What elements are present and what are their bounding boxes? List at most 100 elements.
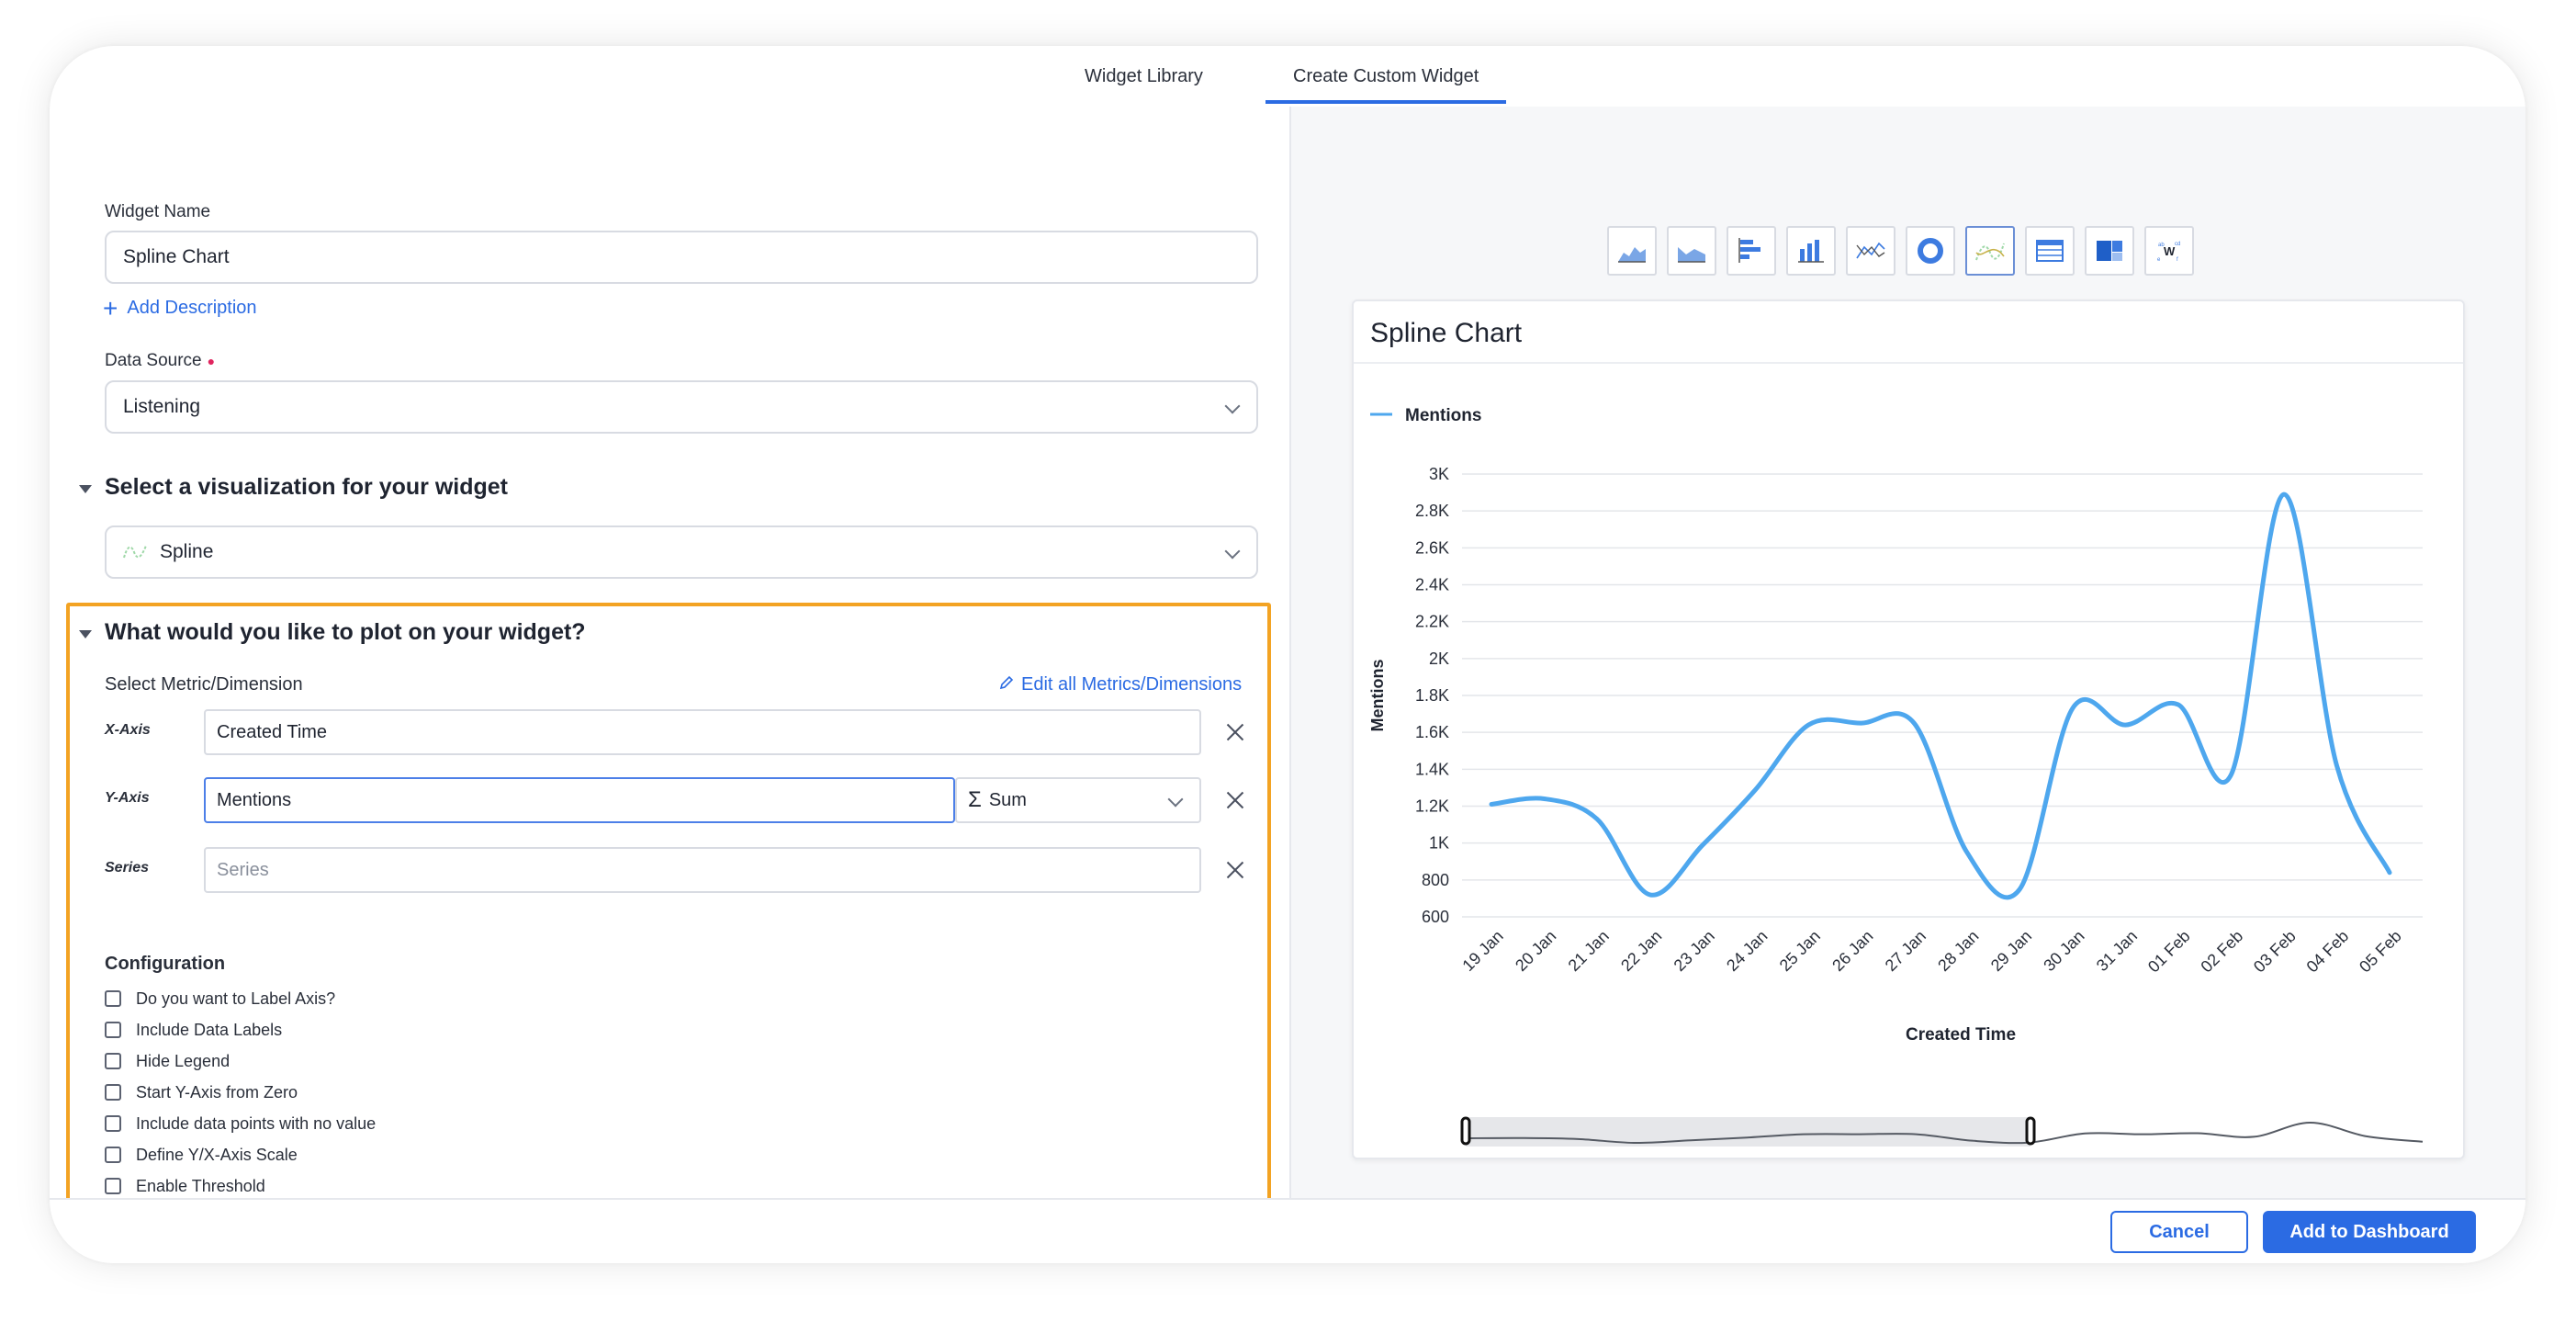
x-axis-label: Created Time [1906,1025,2016,1045]
word-cloud-icon[interactable]: Wab cd e f [2144,226,2194,276]
navigator-selected-range[interactable] [1466,1117,2030,1147]
x-tick-label: 22 Jan [1617,927,1665,975]
y-tick-label: 3K [1429,465,1449,483]
visualization-value: Spline [160,541,214,562]
checkbox[interactable] [105,1022,121,1038]
chart-svg: Mentions 600 800 1K 1.2K 1.4K 1.6K 1.8K 2K 2.2K 2.… [1368,406,2424,1147]
widget-name-value: Spline Chart [123,246,230,267]
x-tick-label: 30 Jan [2040,927,2087,975]
edit-all-metrics-link[interactable]: Edit all Metrics/Dimensions [999,674,1242,695]
checkbox[interactable] [105,1178,121,1194]
x-axis-value: Created Time [217,721,328,742]
y-tick-label: 1.8K [1415,686,1449,705]
checkbox[interactable] [105,1084,121,1101]
x-axis-field[interactable]: Created Time [204,709,1201,755]
remove-y-axis-close-icon[interactable] [1224,789,1246,811]
config-option[interactable]: Enable Threshold [105,1175,265,1197]
donut-chart-icon[interactable] [1906,226,1955,276]
x-tick-label: 03 Feb [2250,927,2300,977]
chevron-down-icon [1224,543,1241,559]
navigator-left-handle[interactable] [1460,1116,1471,1146]
x-tick-label: 02 Feb [2197,927,2246,977]
collapse-triangle-icon[interactable] [79,630,92,638]
stacked-area-icon[interactable] [1667,226,1716,276]
y-axis-label: Y-Axis [105,790,150,806]
data-source-select[interactable]: Listening [105,380,1258,434]
preview-panel: Wab cd e f Spline Chart Mentions 600 800 1K 1.2… [1291,107,2525,1200]
x-tick-label: 01 Feb [2144,927,2194,977]
y-tick-label: 1.2K [1415,797,1449,816]
remove-x-axis-close-icon[interactable] [1224,721,1246,743]
y-tick-label: 800 [1422,871,1449,889]
x-axis-label: X-Axis [105,722,151,738]
config-option[interactable]: Do you want to Label Axis? [105,988,335,1010]
line-chart-icon[interactable] [1846,226,1895,276]
pencil-icon [999,674,1014,695]
checkbox[interactable] [105,990,121,1007]
plot-section-title: What would you like to plot on your widg… [105,619,586,645]
tab-create-custom-widget[interactable]: Create Custom Widget [1266,66,1507,104]
column-chart-icon[interactable] [1786,226,1836,276]
x-tick-label: 20 Jan [1512,927,1559,975]
y-axis-label: Mentions [1368,660,1387,732]
x-tick-label: 21 Jan [1565,927,1613,975]
chevron-down-icon [1224,398,1241,414]
svg-text:ab: ab [2158,243,2165,248]
y-tick-label: 600 [1422,908,1449,926]
legend-label[interactable]: Mentions [1405,406,1481,425]
y-tick-label: 2.6K [1415,538,1449,557]
preview-title: Spline Chart [1370,318,1523,348]
x-tick-label: 19 Jan [1458,927,1506,975]
divider [1354,362,2463,364]
edit-all-label: Edit all Metrics/Dimensions [1021,674,1243,695]
x-tick-label: 31 Jan [2093,927,2141,975]
treemap-icon[interactable] [2085,226,2134,276]
config-option[interactable]: Define Y/X-Axis Scale [105,1144,298,1166]
checkbox[interactable] [105,1053,121,1069]
y-tick-label: 2K [1429,650,1449,668]
widget-name-input[interactable]: Spline Chart [105,231,1258,284]
aggregation-value: Sum [988,789,1027,810]
x-tick-label: 25 Jan [1776,927,1824,975]
y-tick-label: 2.4K [1415,576,1449,594]
configuration-title: Configuration [105,954,226,974]
svg-text:f: f [2177,257,2178,263]
config-option[interactable]: Start Y-Axis from Zero [105,1081,298,1103]
action-bar: Cancel Add to Dashboard [50,1198,2525,1263]
y-axis-field[interactable]: Mentions [204,777,955,823]
series-placeholder: Series [217,859,269,880]
config-option[interactable]: Include Data Labels [105,1019,282,1041]
y-tick-label: 2.8K [1415,502,1449,520]
x-tick-label: 05 Feb [2356,927,2405,977]
add-description-link[interactable]: + Add Description [103,295,257,321]
bar-chart-icon[interactable] [1727,226,1776,276]
remove-series-close-icon[interactable] [1224,859,1246,881]
area-chart-icon[interactable] [1607,226,1657,276]
x-tick-label: 28 Jan [1934,927,1982,975]
y-axis-value: Mentions [217,789,292,810]
config-option[interactable]: Include data points with no value [105,1113,376,1135]
config-option[interactable]: Hide Legend [105,1050,230,1072]
tab-widget-library[interactable]: Widget Library [1085,66,1203,87]
x-tick-label: 29 Jan [1987,927,2035,975]
checkbox[interactable] [105,1115,121,1132]
y-tick-label: 2.2K [1415,613,1449,631]
chevron-down-icon [1167,791,1184,808]
aggregation-select[interactable]: Σ Sum [955,777,1201,823]
add-to-dashboard-button[interactable]: Add to Dashboard [2263,1211,2476,1253]
table-icon[interactable] [2025,226,2075,276]
spline-small-icon [123,543,147,561]
checkbox[interactable] [105,1147,121,1163]
visualization-type-toolbar: Wab cd e f [1607,226,2194,276]
svg-text:e: e [2157,257,2161,263]
spline-chart-icon[interactable] [1965,226,2015,276]
data-source-value: Listening [123,396,201,417]
collapse-triangle-icon[interactable] [79,485,92,493]
series-field[interactable]: Series [204,847,1201,893]
cancel-button[interactable]: Cancel [2110,1211,2248,1253]
svg-text:cd: cd [2175,242,2180,247]
add-description-label: Add Description [127,298,257,318]
navigator-right-handle[interactable] [2025,1116,2036,1146]
chart-preview-card: Spline Chart Mentions 600 800 1K 1.2K 1.4K 1.6… [1352,299,2465,1159]
visualization-select[interactable]: Spline [105,525,1258,579]
